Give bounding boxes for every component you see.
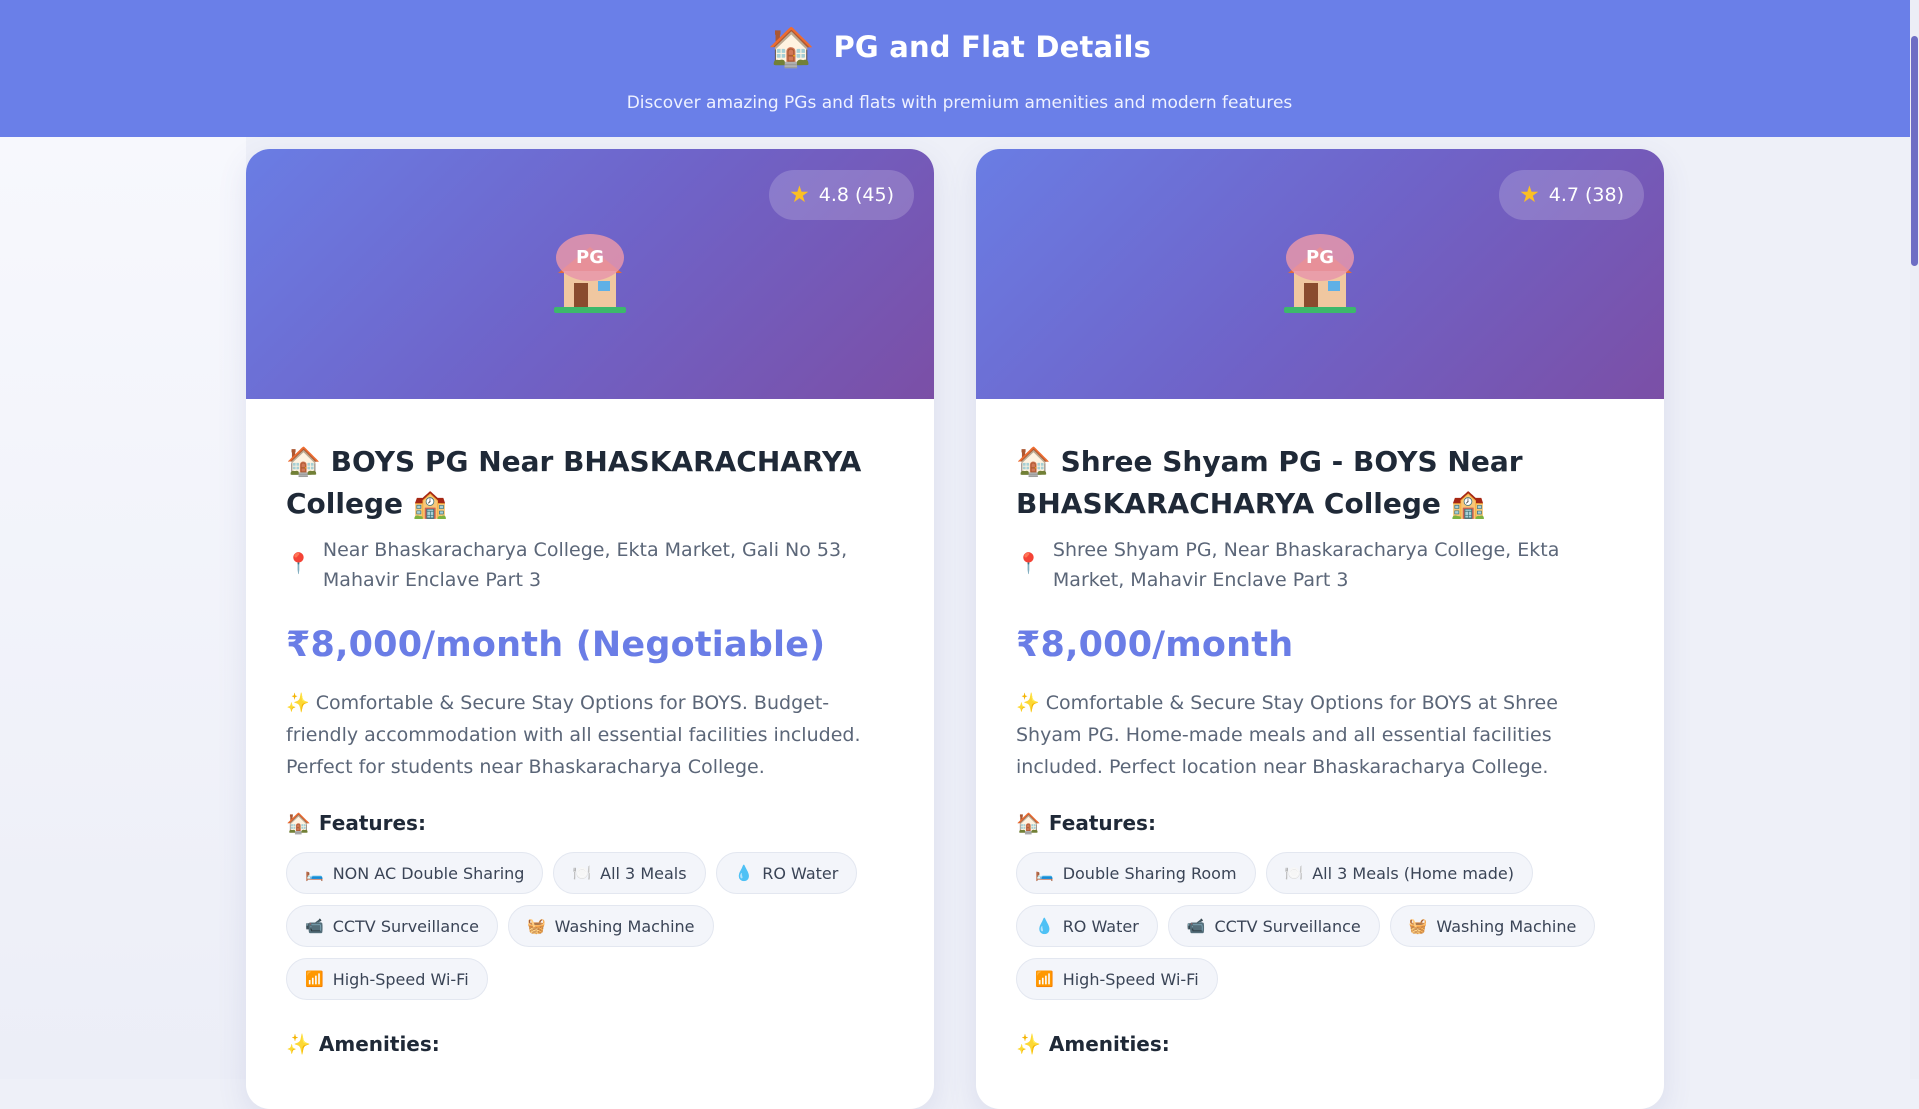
listing-price: ₹8,000/month [1016, 625, 1294, 665]
house-icon: 🏠 [1016, 445, 1051, 478]
camera-icon: 📹 [1186, 917, 1206, 935]
amenities-label: Amenities: [1048, 1032, 1170, 1056]
star-icon: ★ [789, 182, 810, 208]
camera-icon: 📹 [305, 917, 324, 935]
listing-title-text: Shree Shyam PG - BOYS Near BHASKARACHARY… [1016, 445, 1523, 520]
droplet-icon: 💧 [734, 864, 754, 882]
sparkles-icon: ✨ [1016, 1032, 1041, 1056]
description-text: Comfortable & Secure Stay Options for BO… [1016, 692, 1558, 778]
feature-chip: 💧 RO Water [715, 852, 858, 894]
feature-label: CCTV Surveillance [1214, 916, 1361, 936]
sparkles-icon: ✨ [286, 1032, 311, 1056]
amenities-label: Amenities: [318, 1032, 440, 1056]
rating-value: 4.8 (45) [818, 184, 894, 206]
page-header: 🏠 PG and Flat Details Discover amazing P… [0, 0, 1919, 137]
plate-icon: 🍽️ [1284, 864, 1304, 882]
amenities-heading: ✨ Amenities: [286, 1032, 894, 1056]
star-icon: ★ [1519, 182, 1540, 208]
feature-label: High-Speed Wi-Fi [332, 969, 469, 989]
listing-card[interactable]: ★ 4.7 (38) PG 🏠 Shree Shyam PG - BOYS Ne… [976, 149, 1664, 1109]
signal-icon: 📶 [305, 970, 324, 988]
feature-chip: 📹 CCTV Surveillance [1167, 905, 1380, 947]
rating-value: 4.7 (38) [1548, 184, 1624, 206]
house-icon: 🏠 [1016, 811, 1041, 835]
listing-address: 📍 Shree Shyam PG, Near Bhaskaracharya Co… [1016, 535, 1624, 595]
location-pin-icon: 📍 [1016, 551, 1041, 575]
signal-icon: 📶 [1035, 970, 1054, 988]
scrollbar[interactable] [1910, 0, 1919, 1079]
feature-label: Washing Machine [554, 916, 695, 936]
location-pin-icon: 📍 [286, 551, 311, 575]
address-text: Shree Shyam PG, Near Bhaskaracharya Coll… [1052, 539, 1560, 591]
feature-label: Double Sharing Room [1062, 863, 1237, 883]
listing-card[interactable]: ★ 4.8 (45) PG 🏠 BOYS PG Near BHASKARACHA… [246, 149, 934, 1109]
feature-label: RO Water [1062, 916, 1139, 936]
feature-chip: 🛏️ NON AC Double Sharing [286, 852, 544, 894]
listing-title-text: BOYS PG Near BHASKARACHARYA College [286, 445, 862, 520]
feature-chip: 📶 High-Speed Wi-Fi [1016, 958, 1218, 1000]
house-icon: 🏠 [286, 445, 321, 478]
description-text: Comfortable & Secure Stay Options for BO… [286, 692, 861, 778]
features-heading: 🏠 Features: [1016, 811, 1624, 835]
listing-description: ✨ Comfortable & Secure Stay Options for … [286, 687, 894, 783]
feature-chip: 🧺 Washing Machine [1389, 905, 1596, 947]
rating-badge: ★ 4.7 (38) [1499, 170, 1644, 220]
page-title-text: PG and Flat Details [833, 30, 1152, 64]
house-icon: 🏠 [286, 811, 311, 835]
plate-icon: 🍽️ [572, 864, 592, 882]
listing-address: 📍 Near Bhaskaracharya College, Ekta Mark… [286, 535, 894, 595]
sparkles-icon: ✨ [1016, 692, 1040, 714]
amenities-heading: ✨ Amenities: [1016, 1032, 1624, 1056]
feature-label: All 3 Meals (Home made) [1312, 863, 1514, 883]
page-background [0, 137, 246, 1079]
listing-price: ₹8,000/month (Negotiable) [286, 625, 826, 665]
feature-label: All 3 Meals [600, 863, 687, 883]
feature-chip: 💧 RO Water [1016, 905, 1158, 947]
house-icon: 🏠 [767, 25, 816, 69]
feature-chip: 📹 CCTV Surveillance [286, 905, 498, 947]
feature-label: NON AC Double Sharing [332, 863, 525, 883]
address-text: Near Bhaskaracharya College, Ekta Market… [322, 539, 848, 591]
feature-label: RO Water [762, 863, 839, 883]
scrollbar-thumb[interactable] [1911, 36, 1918, 266]
features-label: Features: [318, 811, 426, 835]
feature-label: Washing Machine [1436, 916, 1577, 936]
bed-icon: 🛏️ [1035, 864, 1054, 882]
basket-icon: 🧺 [526, 917, 546, 935]
pg-badge: PG [1286, 234, 1354, 281]
feature-chip: 🧺 Washing Machine [507, 905, 714, 947]
bed-icon: 🛏️ [305, 864, 324, 882]
feature-label: High-Speed Wi-Fi [1062, 969, 1199, 989]
sparkles-icon: ✨ [286, 692, 310, 714]
rating-badge: ★ 4.8 (45) [769, 170, 914, 220]
features-label: Features: [1048, 811, 1156, 835]
pg-badge: PG [556, 234, 624, 281]
feature-chip: 📶 High-Speed Wi-Fi [286, 958, 488, 1000]
feature-chip: 🍽️ All 3 Meals [553, 852, 706, 894]
basket-icon: 🧺 [1408, 917, 1428, 935]
features-list: 🛏️ Double Sharing Room 🍽️ All 3 Meals (Hom… [1016, 852, 1624, 1000]
listing-title: 🏠 BOYS PG Near BHASKARACHARYA College 🏫 [286, 441, 894, 525]
feature-chip: 🛏️ Double Sharing Room [1016, 852, 1256, 894]
school-icon: 🏫 [1450, 487, 1486, 520]
feature-chip: 🍽️ All 3 Meals (Home made) [1265, 852, 1533, 894]
card-hero: ★ 4.8 (45) PG [246, 149, 934, 399]
school-icon: 🏫 [412, 487, 448, 520]
page-title: 🏠 PG and Flat Details [0, 28, 1919, 66]
feature-label: CCTV Surveillance [332, 916, 479, 936]
features-list: 🛏️ NON AC Double Sharing 🍽️ All 3 Meals 💧 R… [286, 852, 894, 1000]
listing-title: 🏠 Shree Shyam PG - BOYS Near BHASKARACHA… [1016, 441, 1624, 525]
features-heading: 🏠 Features: [286, 811, 894, 835]
page-subtitle: Discover amazing PGs and flats with prem… [626, 93, 1293, 113]
droplet-icon: 💧 [1035, 917, 1054, 935]
listing-description: ✨ Comfortable & Secure Stay Options for … [1016, 687, 1624, 783]
card-hero: ★ 4.7 (38) PG [976, 149, 1664, 399]
